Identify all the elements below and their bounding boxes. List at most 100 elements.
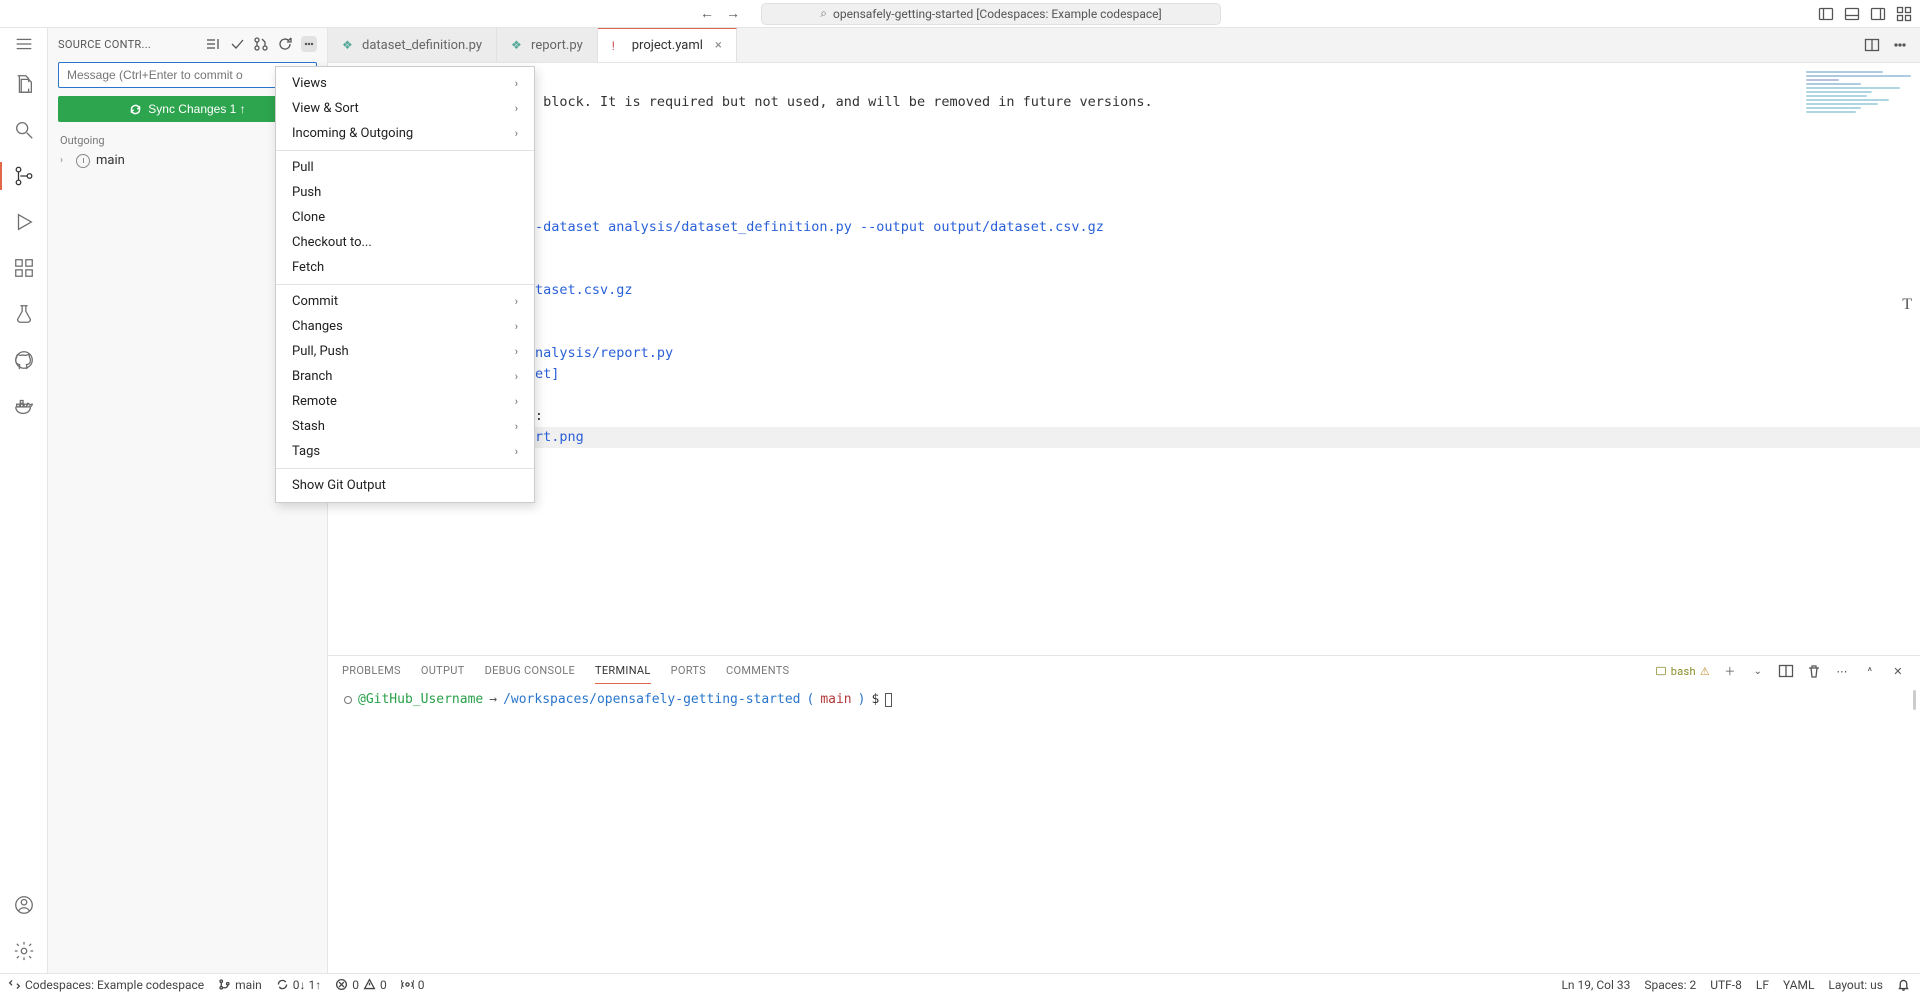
menu-item-changes[interactable]: Changes›	[276, 314, 534, 339]
editor-area: ❖ dataset_definition.py ❖report.py! project…	[328, 28, 1920, 973]
prompt-symbol: $	[871, 692, 879, 707]
activity-testing[interactable]	[0, 298, 48, 330]
nav-forward-icon[interactable]: →	[725, 6, 741, 22]
activity-run-debug[interactable]	[0, 206, 48, 238]
layout-sidebar-left-icon[interactable]	[1818, 6, 1834, 22]
command-center-text: opensafely-getting-started [Codespaces: …	[833, 7, 1162, 21]
split-editor-icon[interactable]	[1864, 37, 1880, 53]
menu-item-incoming-outgoing[interactable]: Incoming & Outgoing›	[276, 121, 534, 146]
panel-tab-output[interactable]: OUTPUT	[421, 658, 465, 684]
prompt-arrow: →	[489, 692, 497, 707]
close-tab-icon[interactable]: ×	[715, 38, 722, 53]
menu-item-show-git-output[interactable]: Show Git Output	[276, 473, 534, 498]
menu-item-push[interactable]: Push	[276, 180, 534, 205]
tree-branch-name: main	[96, 153, 125, 168]
tab-project-yaml[interactable]: ! project.yaml ×	[598, 28, 737, 62]
tab-report-py[interactable]: ❖report.py	[497, 28, 598, 62]
more-actions-icon[interactable]	[301, 36, 317, 52]
activity-source-control[interactable]	[0, 160, 48, 192]
terminal-shell-label[interactable]: bash ⚠	[1655, 665, 1710, 678]
view-as-tree-icon[interactable]	[205, 36, 221, 52]
panel-tab-terminal[interactable]: TERMINAL	[595, 658, 651, 684]
menu-item-view-sort[interactable]: View & Sort›	[276, 96, 534, 121]
panel-tab-debug-console[interactable]: DEBUG CONSOLE	[485, 658, 575, 684]
status-branch[interactable]: main	[218, 978, 262, 992]
terminal-dropdown-icon[interactable]: ⌄	[1750, 663, 1766, 679]
menu-item-commit[interactable]: Commit›	[276, 289, 534, 314]
menu-item-views[interactable]: Views›	[276, 71, 534, 96]
status-remote[interactable]: Codespaces: Example codespace	[8, 978, 204, 992]
activity-github[interactable]	[0, 344, 48, 376]
status-problems[interactable]: 0 0	[335, 978, 387, 992]
activity-bar	[0, 28, 48, 973]
chevron-right-icon: ›	[515, 127, 518, 140]
prompt-path: /workspaces/opensafely-getting-started	[503, 692, 800, 707]
tab-label: dataset_definition.py	[362, 38, 482, 53]
tab-dataset_definition-py[interactable]: ❖ dataset_definition.py	[328, 28, 497, 62]
status-bar: Codespaces: Example codespace main 0↓ 1↑…	[0, 973, 1920, 995]
maximize-panel-icon[interactable]: ^	[1862, 663, 1878, 679]
status-sync[interactable]: 0↓ 1↑	[276, 978, 321, 992]
activity-extensions[interactable]	[0, 252, 48, 284]
menu-item-fetch[interactable]: Fetch	[276, 255, 534, 280]
customize-layout-icon[interactable]	[1896, 6, 1912, 22]
chevron-right-icon: ›	[515, 77, 518, 90]
terminal-scrollbar[interactable]	[1913, 690, 1916, 710]
menu-item-checkout-to-[interactable]: Checkout to...	[276, 230, 534, 255]
chevron-right-icon: ›	[60, 155, 70, 166]
menu-item-pull-push[interactable]: Pull, Push›	[276, 339, 534, 364]
minimap[interactable]	[1806, 71, 1916, 141]
create-pr-icon[interactable]	[253, 36, 269, 52]
menu-item-remote[interactable]: Remote›	[276, 389, 534, 414]
status-language[interactable]: YAML	[1783, 978, 1814, 992]
activity-settings[interactable]	[0, 935, 48, 967]
kill-terminal-icon[interactable]	[1806, 663, 1822, 679]
status-encoding[interactable]: UTF-8	[1710, 978, 1742, 992]
nav-back-icon[interactable]: ←	[699, 6, 715, 22]
activity-explorer[interactable]	[0, 68, 48, 100]
split-terminal-icon[interactable]	[1778, 663, 1794, 679]
chevron-right-icon: ›	[515, 420, 518, 433]
sidebar-title: SOURCE CONTR...	[58, 38, 199, 51]
status-ports[interactable]: 0	[401, 978, 425, 992]
status-layout[interactable]: Layout: us	[1828, 978, 1883, 992]
layout-panel-icon[interactable]	[1844, 6, 1860, 22]
panel-tab-problems[interactable]: PROBLEMS	[342, 658, 401, 684]
yaml-file-icon: !	[612, 39, 626, 53]
menu-item-stash[interactable]: Stash›	[276, 414, 534, 439]
activity-search[interactable]	[0, 114, 48, 146]
menu-item-branch[interactable]: Branch›	[276, 364, 534, 389]
editor-more-icon[interactable]	[1892, 37, 1908, 53]
panel-more-icon[interactable]: ⋯	[1834, 663, 1850, 679]
status-indentation[interactable]: Spaces: 2	[1644, 978, 1696, 992]
bottom-panel: PROBLEMS OUTPUT DEBUG CONSOLE TERMINAL PORTS…	[328, 655, 1920, 973]
menu-item-pull[interactable]: Pull	[276, 155, 534, 180]
prompt-status-icon	[344, 696, 352, 704]
command-center[interactable]: ⌕ opensafely-getting-started [Codespaces…	[761, 3, 1221, 25]
status-notifications-icon[interactable]	[1897, 978, 1910, 991]
close-panel-icon[interactable]: ✕	[1890, 663, 1906, 679]
terminal-cursor	[885, 693, 892, 707]
editor-body[interactable]: ctation` block. It is required but not u…	[328, 63, 1920, 655]
chevron-right-icon: ›	[515, 345, 518, 358]
panel-tab-ports[interactable]: PORTS	[671, 658, 706, 684]
status-cursor-position[interactable]: Ln 19, Col 33	[1561, 978, 1630, 992]
python-file-icon: ❖	[342, 38, 356, 52]
status-eol[interactable]: LF	[1756, 978, 1769, 992]
terminal-body[interactable]: @GitHub_Username → /workspaces/opensafel…	[328, 686, 1920, 973]
menu-icon[interactable]	[0, 34, 48, 54]
text-overflow-icon[interactable]: T	[1902, 293, 1912, 318]
menu-separator	[276, 150, 534, 151]
commit-check-icon[interactable]	[229, 36, 245, 52]
refresh-icon[interactable]	[277, 36, 293, 52]
panel-tab-comments[interactable]: COMMENTS	[726, 658, 789, 684]
chevron-right-icon: ›	[515, 445, 518, 458]
menu-item-tags[interactable]: Tags›	[276, 439, 534, 464]
activity-account[interactable]	[0, 889, 48, 921]
new-terminal-icon[interactable]: ＋	[1722, 663, 1738, 679]
tab-label: project.yaml	[632, 38, 703, 53]
menu-item-clone[interactable]: Clone	[276, 205, 534, 230]
title-bar: ← → ⌕ opensafely-getting-started [Codesp…	[0, 0, 1920, 28]
layout-sidebar-right-icon[interactable]	[1870, 6, 1886, 22]
activity-docker[interactable]	[0, 390, 48, 422]
